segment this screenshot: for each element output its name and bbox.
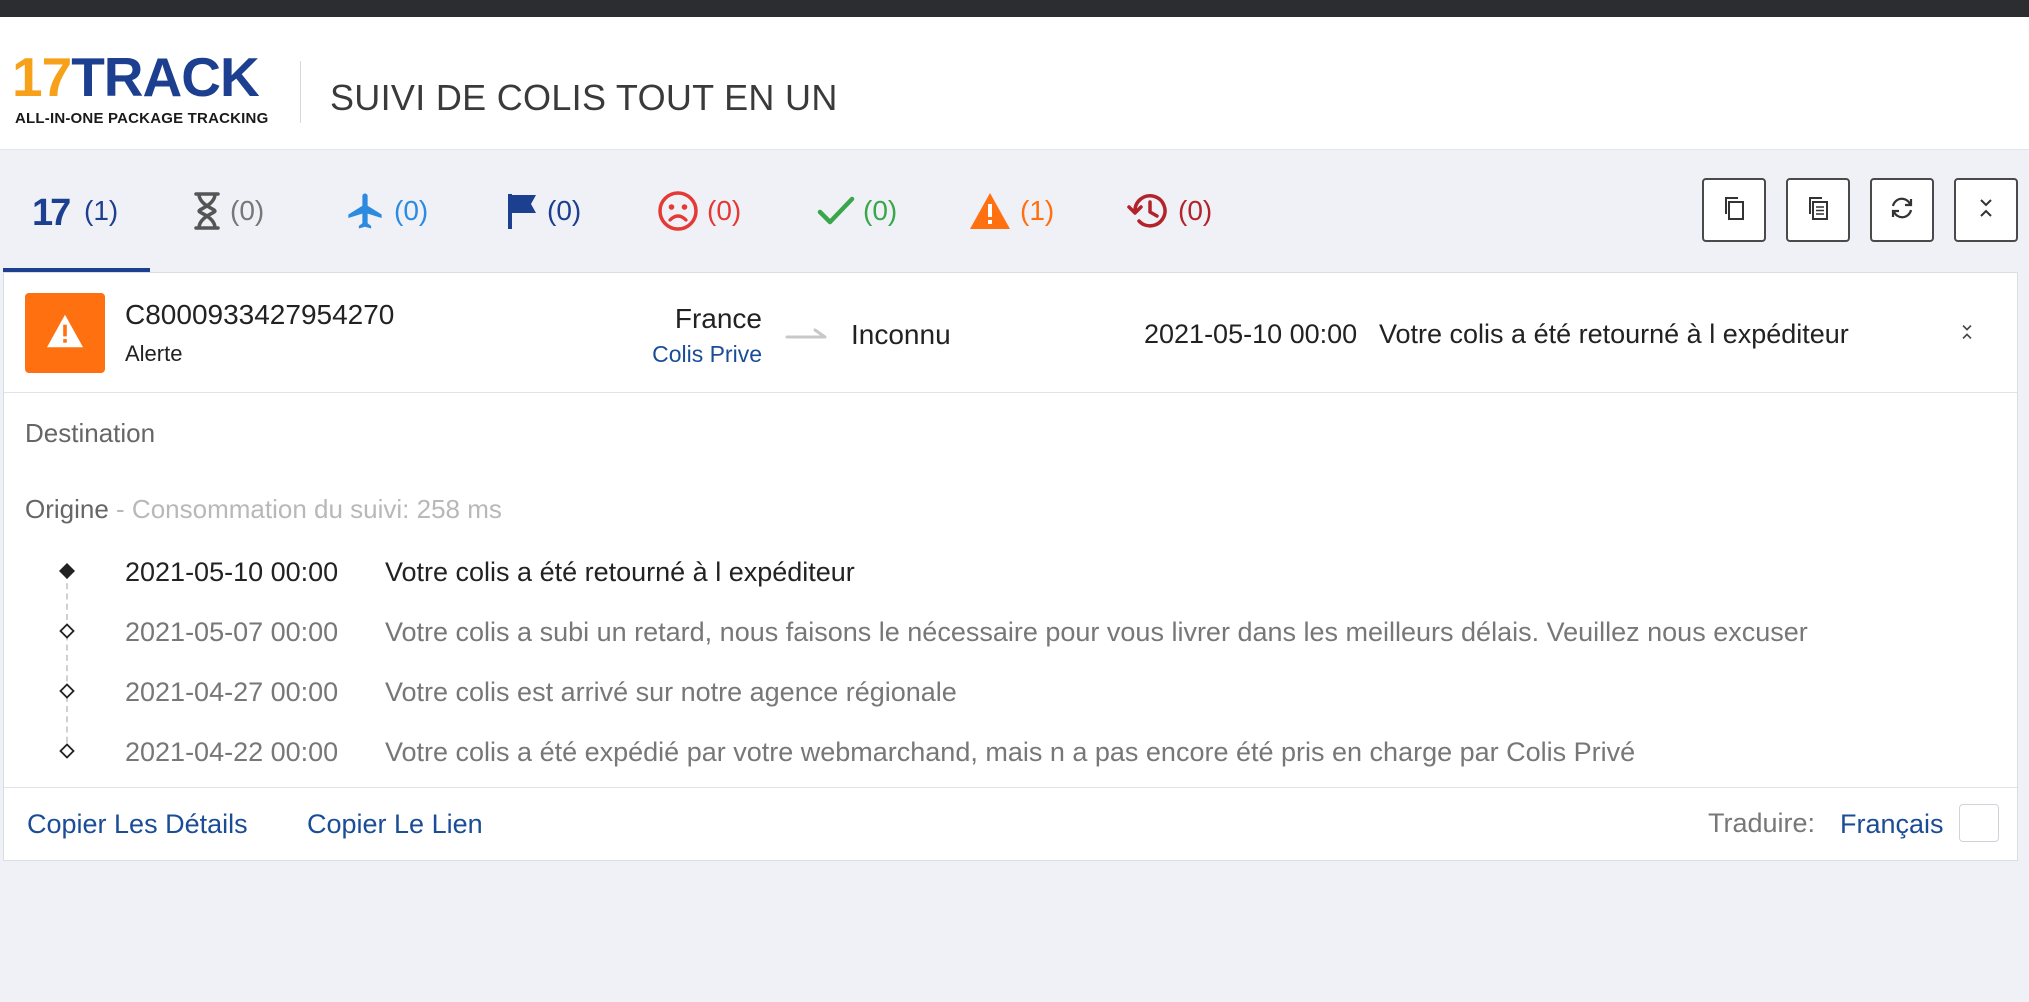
tab-count: (1): [84, 195, 119, 226]
tab-count: (0): [547, 195, 582, 226]
copy-button[interactable]: [1702, 178, 1766, 242]
copy-link-link[interactable]: Copier Le Lien: [307, 809, 483, 840]
event-date: 2021-05-07 00:00: [125, 617, 339, 647]
event-message: Votre colis a été retourné à l expéditeu…: [385, 557, 855, 587]
logo-number: 17: [12, 46, 72, 108]
page-header: 17TRACK ALL-IN-ONE PACKAGE TRACKING SUIV…: [0, 17, 2029, 150]
collapse-all-button[interactable]: [1954, 178, 2018, 242]
event-message: Votre colis a été expédié par votre webm…: [385, 737, 1636, 767]
latest-event-message: Votre colis a été retourné à l expéditeu…: [1379, 319, 1849, 349]
header-divider: [300, 61, 301, 123]
origin-header: Origine - Consommation du suivi: 258 ms: [25, 494, 502, 525]
destination-country: Inconnu: [851, 319, 951, 350]
timeline-line: [66, 573, 68, 753]
translate-label: Traduire:: [1708, 808, 1816, 838]
event-message: Votre colis a subi un retard, nous faiso…: [385, 617, 1808, 647]
logo-wordmark: 17TRACK: [12, 50, 260, 105]
package-status: Alerte: [125, 341, 183, 366]
hollow-diamond-icon: [59, 623, 75, 639]
translate-toggle-box[interactable]: [1959, 804, 1999, 842]
timeline-event: 2021-05-10 00:00 Votre colis a été retou…: [4, 553, 2017, 593]
tab-count: (0): [1178, 195, 1213, 226]
tab-in-transit[interactable]: (0): [344, 150, 428, 272]
hollow-diamond-icon: [59, 683, 75, 699]
tab-expired[interactable]: (0): [1126, 150, 1212, 272]
latest-event-date: 2021-05-10 00:00: [1144, 319, 1358, 349]
origin-country: France: [674, 303, 762, 334]
origin-label: Origine: [25, 494, 109, 524]
event-message: Votre colis est arrivé sur notre agence …: [385, 677, 957, 707]
copy-list-button[interactable]: [1786, 178, 1850, 242]
copy-list-icon: [1805, 194, 1831, 227]
tab-delivered[interactable]: (0): [817, 150, 897, 272]
timeline-event: 2021-04-22 00:00 Votre colis a été expéd…: [4, 733, 2017, 773]
hourglass-icon: [192, 191, 230, 231]
timeline-event: 2021-04-27 00:00 Votre colis est arrivé …: [4, 673, 2017, 713]
airplane-icon: [344, 190, 394, 232]
warning-icon: [968, 191, 1020, 231]
event-date: 2021-04-27 00:00: [125, 677, 339, 707]
hollow-diamond-icon: [59, 743, 75, 759]
route-arrow-icon: [785, 325, 829, 348]
checkmark-icon: [817, 194, 863, 228]
status-alert-badge: [25, 293, 105, 373]
copy-details-link[interactable]: Copier Les Détails: [27, 809, 248, 840]
timeline-event: 2021-05-07 00:00 Votre colis a subi un r…: [4, 613, 2017, 653]
collapse-all-icon: [1976, 196, 1996, 225]
tab-count: (0): [707, 195, 742, 226]
history-clock-icon: [1126, 190, 1178, 232]
tab-count: (0): [394, 195, 429, 226]
logo[interactable]: 17TRACK ALL-IN-ONE PACKAGE TRACKING: [12, 50, 272, 134]
tab-all[interactable]: 17 (1): [32, 150, 118, 272]
tab-pending[interactable]: (0): [192, 150, 264, 272]
svg-text:17: 17: [32, 193, 70, 229]
carrier-link[interactable]: Colis Prive: [652, 341, 762, 368]
seventeen-logo-icon: 17: [32, 193, 84, 229]
collapse-package-button[interactable]: [1952, 319, 1982, 349]
destination-label: Destination: [25, 418, 156, 448]
page-title: SUIVI DE COLIS TOUT EN UN: [330, 77, 838, 118]
event-date: 2021-04-22 00:00: [125, 737, 339, 767]
tab-alert[interactable]: (1): [968, 150, 1054, 272]
package-card: C8000933427954270 Alerte France Colis Pr…: [3, 272, 2018, 861]
sad-face-icon: [657, 190, 707, 232]
logo-word: TRACK: [71, 46, 259, 108]
tracking-number: C8000933427954270: [125, 299, 395, 330]
card-footer: Copier Les Détails Copier Le Lien Tradui…: [4, 787, 2017, 861]
tab-pickup[interactable]: (0): [505, 150, 581, 272]
translate-language-select[interactable]: Français: [1840, 809, 1944, 840]
tracking-consumption: - Consommation du suivi: 258 ms: [108, 494, 502, 524]
logo-tagline: ALL-IN-ONE PACKAGE TRACKING: [15, 110, 269, 127]
package-summary-row[interactable]: C8000933427954270 Alerte France Colis Pr…: [4, 273, 2017, 393]
refresh-button[interactable]: [1870, 178, 1934, 242]
event-date: 2021-05-10 00:00: [125, 557, 339, 587]
tab-count: (1): [1020, 195, 1055, 226]
warning-icon: [45, 313, 85, 354]
tab-count: (0): [230, 195, 265, 226]
tab-count: (0): [863, 195, 898, 226]
copy-icon: [1721, 194, 1747, 227]
collapse-icon: [1959, 321, 1975, 348]
tab-undelivered[interactable]: (0): [657, 150, 741, 272]
refresh-icon: [1888, 195, 1916, 226]
flag-icon: [505, 191, 547, 231]
browser-top-bar: [0, 0, 2029, 17]
filled-diamond-icon: [59, 563, 75, 579]
